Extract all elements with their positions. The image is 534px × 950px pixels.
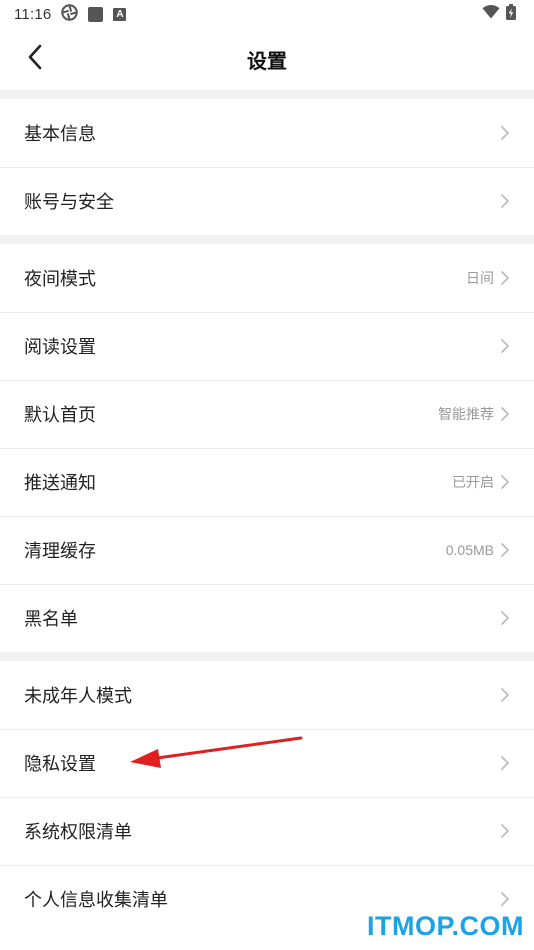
- chevron-right-icon: [501, 407, 509, 421]
- chevron-left-icon: [27, 44, 43, 74]
- settings-item-label: 个人信息收集清单: [24, 890, 168, 910]
- section-divider: [0, 90, 534, 99]
- chevron-right-icon: [501, 756, 509, 770]
- settings-item-privacy[interactable]: 隐私设置: [0, 729, 534, 797]
- settings-item-default-home[interactable]: 默认首页 智能推荐: [0, 380, 534, 448]
- settings-item-account-security[interactable]: 账号与安全: [0, 167, 534, 235]
- nav-bar: 设置: [0, 28, 534, 90]
- settings-item-value: 日间: [466, 270, 494, 286]
- section-general: 夜间模式 日间 阅读设置 默认首页 智能推荐 推送通知 已开启 清理缓存 0.0…: [0, 244, 534, 652]
- chevron-right-icon: [501, 475, 509, 489]
- wifi-icon: [482, 5, 500, 23]
- square-icon: [88, 6, 104, 22]
- chevron-right-icon: [501, 194, 509, 208]
- settings-item-permissions-list[interactable]: 系统权限清单: [0, 797, 534, 865]
- settings-item-label: 黑名单: [24, 609, 78, 629]
- status-left: 11:16 A: [14, 3, 127, 25]
- settings-item-label: 默认首页: [24, 405, 96, 425]
- settings-item-value: 0.05MB: [445, 542, 494, 558]
- chevron-right-icon: [501, 688, 509, 702]
- chevron-right-icon: [501, 824, 509, 838]
- section-account: 基本信息 账号与安全: [0, 99, 534, 235]
- settings-item-night-mode[interactable]: 夜间模式 日间: [0, 244, 534, 312]
- chevron-right-icon: [501, 339, 509, 353]
- page-title: 设置: [247, 50, 287, 73]
- settings-item-label: 未成年人模式: [24, 686, 132, 706]
- section-divider: [0, 652, 534, 661]
- section-privacy: 未成年人模式 隐私设置 系统权限清单 个人信息收集清单: [0, 661, 534, 933]
- settings-item-clear-cache[interactable]: 清理缓存 0.05MB: [0, 516, 534, 584]
- settings-item-label: 账号与安全: [24, 192, 114, 212]
- watermark-logo: ITMOP.COM: [366, 911, 524, 941]
- battery-charging-icon: [506, 4, 516, 24]
- settings-item-label: 清理缓存: [24, 541, 96, 561]
- settings-item-minor-mode[interactable]: 未成年人模式: [0, 661, 534, 729]
- aperture-icon: [61, 3, 79, 25]
- settings-item-value: 智能推荐: [438, 406, 494, 422]
- settings-item-basic-info[interactable]: 基本信息: [0, 99, 534, 167]
- settings-item-label: 推送通知: [24, 473, 96, 493]
- status-right: [482, 4, 516, 24]
- settings-item-label: 隐私设置: [24, 754, 96, 774]
- chevron-right-icon: [501, 611, 509, 625]
- back-button[interactable]: [18, 42, 52, 76]
- settings-item-label: 系统权限清单: [24, 822, 132, 842]
- settings-item-blacklist[interactable]: 黑名单: [0, 584, 534, 652]
- settings-item-label: 夜间模式: [24, 269, 96, 289]
- chevron-right-icon: [501, 892, 509, 906]
- settings-item-push[interactable]: 推送通知 已开启: [0, 448, 534, 516]
- settings-item-reading[interactable]: 阅读设置: [0, 312, 534, 380]
- section-divider: [0, 235, 534, 244]
- settings-item-label: 阅读设置: [24, 337, 96, 357]
- chevron-right-icon: [501, 126, 509, 140]
- status-bar: 11:16 A: [0, 0, 534, 28]
- chevron-right-icon: [501, 543, 509, 557]
- settings-item-value: 已开启: [452, 474, 494, 490]
- status-time: 11:16: [14, 5, 52, 23]
- chevron-right-icon: [501, 271, 509, 285]
- settings-item-label: 基本信息: [24, 124, 96, 144]
- a-icon: A: [113, 7, 127, 21]
